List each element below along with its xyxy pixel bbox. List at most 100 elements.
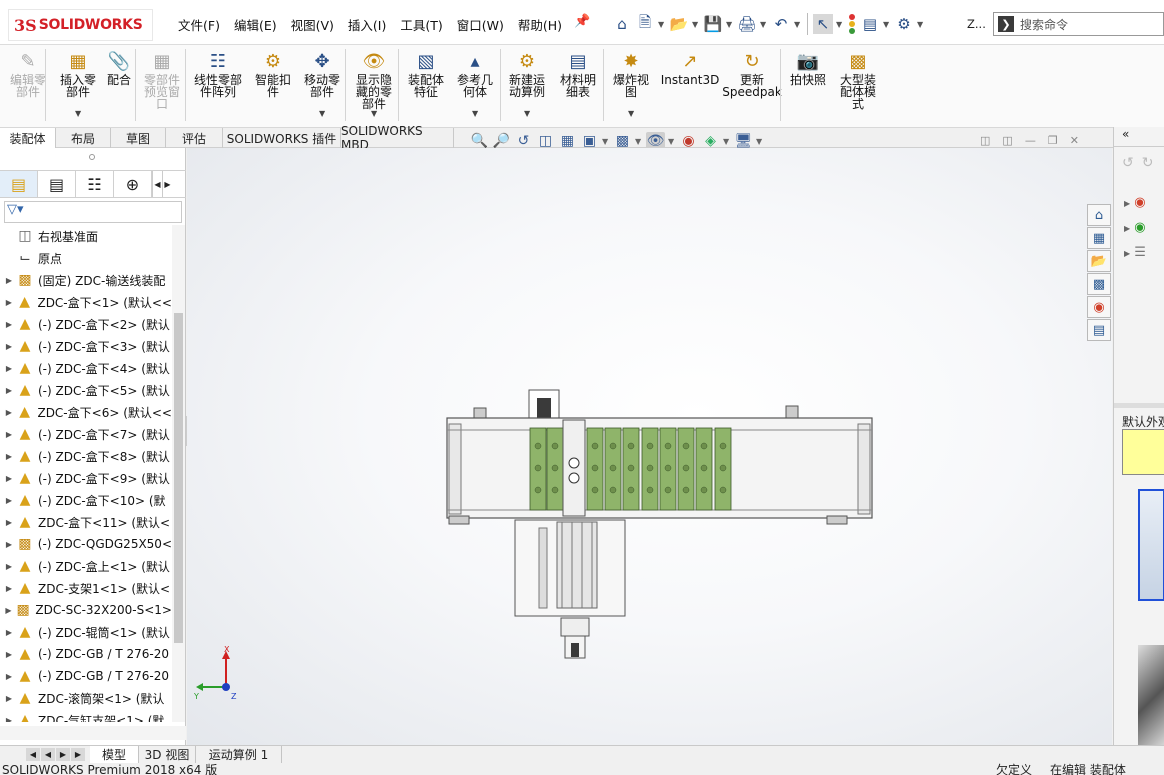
tree-horizontal-scrollbar[interactable]	[0, 726, 186, 740]
expand-arrow-icon[interactable]: ▶	[2, 540, 16, 549]
chevron-down-icon[interactable]: ▼	[723, 137, 731, 146]
conveyor-boxes[interactable]	[529, 427, 732, 511]
tree-item[interactable]: ⌙ 原点	[0, 247, 172, 269]
tree-item[interactable]: ▶ ▩ (-) ZDC-QGDG25X50<	[0, 533, 172, 555]
ribbon-button[interactable]: ▴ 参考几 何体	[453, 49, 497, 99]
ribbon-button[interactable]: ⚙ 新建运 动算例	[505, 49, 549, 99]
tree-item[interactable]: ▶ ▲ (-) ZDC-盒下<5> (默认	[0, 379, 172, 401]
last-tab-icon[interactable]: ▶	[71, 748, 85, 761]
back-icon[interactable]: ↺	[1122, 155, 1134, 171]
ribbon-button[interactable]: ✸ 爆炸视 图	[609, 49, 653, 99]
appearance-swatch-yellow[interactable]	[1122, 429, 1164, 475]
solidworks-resources-icon[interactable]: ⌂	[1087, 204, 1111, 226]
tree-filter-icon[interactable]: ▽▾	[4, 201, 182, 223]
ribbon-button[interactable]: ☷ 线性零部 件阵列	[190, 49, 246, 99]
minimize-icon[interactable]: —	[1025, 134, 1036, 147]
expand-arrow-icon[interactable]: ▶	[2, 518, 16, 527]
prev-tab-icon[interactable]: ◀	[41, 748, 55, 761]
feature-manager-tab-icon[interactable]: ▤	[0, 171, 38, 197]
tree-item[interactable]: ▶ ▲ (-) ZDC-盒下<10> (默	[0, 489, 172, 511]
expand-arrow-icon[interactable]: ▶	[2, 320, 16, 329]
expand-arrow-icon[interactable]: ▶	[2, 474, 16, 483]
menu-item[interactable]: 窗口(W)	[457, 15, 504, 34]
ribbon-button[interactable]: ▦ 零部件 预览窗 口	[140, 49, 184, 111]
ribbon-button[interactable]: 📷 拍快照	[788, 49, 828, 87]
tree-item[interactable]: ▶ ▲ (-) ZDC-盒下<9> (默认	[0, 467, 172, 489]
expand-arrow-icon[interactable]: ▶	[2, 628, 16, 637]
expand-arrow-icon[interactable]: ▶	[2, 408, 16, 417]
task-pane-collapse-icon[interactable]: «	[1114, 127, 1164, 147]
expand-arrow-icon[interactable]: ▶	[2, 606, 15, 615]
tree-item[interactable]: ▶ ▲ ZDC-盒下<6> (默认<<	[0, 401, 172, 423]
chevron-down-icon[interactable]: ▼	[628, 109, 634, 118]
ribbon-button[interactable]: 👁 显示隐 藏的零 部件	[352, 49, 396, 111]
appearances-icon[interactable]: ◉	[1087, 296, 1111, 318]
menu-item[interactable]: 编辑(E)	[234, 15, 277, 34]
menu-item[interactable]: 插入(I)	[348, 15, 386, 34]
command-tab[interactable]: 装配体	[0, 128, 56, 148]
assembly-model[interactable]	[187, 148, 1112, 745]
solidworks-logo[interactable]: 3S SOLIDWORKS	[8, 9, 153, 41]
rebuild-traffic-light-icon[interactable]	[847, 14, 857, 34]
file-explorer-icon[interactable]: 📂	[1087, 250, 1111, 272]
chevron-down-icon[interactable]: ▼	[692, 20, 700, 29]
expand-arrow-icon[interactable]: ▶	[2, 386, 16, 395]
tree-item[interactable]: ▶ ▲ ZDC-支架1<1> (默认<	[0, 577, 172, 599]
expand-arrow-icon[interactable]: ▶	[2, 716, 16, 723]
ribbon-button[interactable]: ▦ 插入零 部件	[56, 49, 100, 99]
expand-arrow-icon[interactable]: ▶	[2, 562, 16, 571]
forward-icon[interactable]: ↻	[1142, 155, 1154, 171]
scrollbar-thumb[interactable]	[174, 313, 183, 643]
tabs-scroll-right-icon[interactable]: ▶	[162, 171, 172, 197]
ribbon-button[interactable]: ✎ 编辑零 部件	[6, 49, 50, 99]
chevron-down-icon[interactable]: ▼	[883, 20, 891, 29]
chevron-down-icon[interactable]: ▼	[756, 137, 764, 146]
tabs-scroll-left-icon[interactable]: ◀	[152, 171, 162, 197]
expand-arrow-icon[interactable]: ▶	[2, 650, 16, 659]
chevron-down-icon[interactable]: ▼	[794, 20, 802, 29]
property-manager-tab-icon[interactable]: ▤	[38, 171, 76, 197]
dimxpert-tab-icon[interactable]: ⊕	[114, 171, 152, 197]
expand-arrow-icon[interactable]: ▶	[2, 342, 16, 351]
close-icon[interactable]: ✕	[1070, 134, 1079, 147]
tree-item[interactable]: ▶ ▲ ZDC-滚筒架<1> (默认	[0, 687, 172, 709]
menu-item[interactable]: 文件(F)	[178, 15, 220, 34]
ribbon-button[interactable]: ▤ 材料明 细表	[556, 49, 600, 99]
ribbon-button[interactable]: ↻ 更新 Speedpak	[722, 49, 782, 99]
select-cursor-icon[interactable]: ↖	[813, 14, 833, 34]
chevron-down-icon[interactable]: ▼	[75, 109, 81, 118]
ribbon-button[interactable]: 📎 配合	[104, 49, 134, 87]
chevron-down-icon[interactable]: ▼	[371, 109, 377, 118]
chevron-down-icon[interactable]: ▼	[472, 109, 478, 118]
print-icon[interactable]: 🖨	[737, 14, 757, 34]
tree-item[interactable]: ▶ ▲ ZDC-盒下<11> (默认<	[0, 511, 172, 533]
command-tab[interactable]: 草图	[111, 128, 166, 148]
options-gear-icon[interactable]: ⚙	[894, 14, 914, 34]
chevron-down-icon[interactable]: ▼	[524, 109, 530, 118]
bottom-tab[interactable]: 运动算例 1	[196, 746, 282, 763]
undo-icon[interactable]: ↶	[771, 14, 791, 34]
save-icon[interactable]: 💾	[703, 14, 723, 34]
tree-item[interactable]: ▶ ▲ (-) ZDC-辊筒<1> (默认	[0, 621, 172, 643]
chevron-down-icon[interactable]: ▼	[760, 20, 768, 29]
configuration-manager-tab-icon[interactable]: ☷	[76, 171, 114, 197]
command-tab[interactable]: 布局	[56, 128, 111, 148]
scenes-folder-icon[interactable]: ▶ ◉	[1124, 216, 1146, 241]
user-account-label[interactable]: Z...	[967, 17, 986, 31]
tree-item[interactable]: ▶ ▲ (-) ZDC-GB / T 276-20	[0, 643, 172, 665]
tree-item[interactable]: ▶ ▲ (-) ZDC-盒下<7> (默认	[0, 423, 172, 445]
home-icon[interactable]: ⌂	[612, 14, 632, 34]
tree-item[interactable]: ▶ ▲ (-) ZDC-盒下<3> (默认	[0, 335, 172, 357]
appearance-folder-icon[interactable]: ▶ ◉	[1124, 191, 1146, 216]
chevron-down-icon[interactable]: ▼	[602, 137, 610, 146]
chevron-down-icon[interactable]: ▼	[668, 137, 676, 146]
tree-item[interactable]: ▶ ▲ (-) ZDC-盒下<4> (默认	[0, 357, 172, 379]
expand-arrow-icon[interactable]: ▶	[2, 584, 16, 593]
file-properties-icon[interactable]: ▤	[860, 14, 880, 34]
custom-properties-icon[interactable]: ▤	[1087, 319, 1111, 341]
new-document-icon[interactable]: 🗎	[635, 13, 655, 34]
ribbon-button[interactable]: ⚙ 智能扣 件	[251, 49, 295, 99]
expand-arrow-icon[interactable]: ▶	[2, 694, 16, 703]
expand-arrow-icon[interactable]: ▶	[2, 298, 16, 307]
graphics-area[interactable]: X Y Z	[187, 148, 1112, 745]
